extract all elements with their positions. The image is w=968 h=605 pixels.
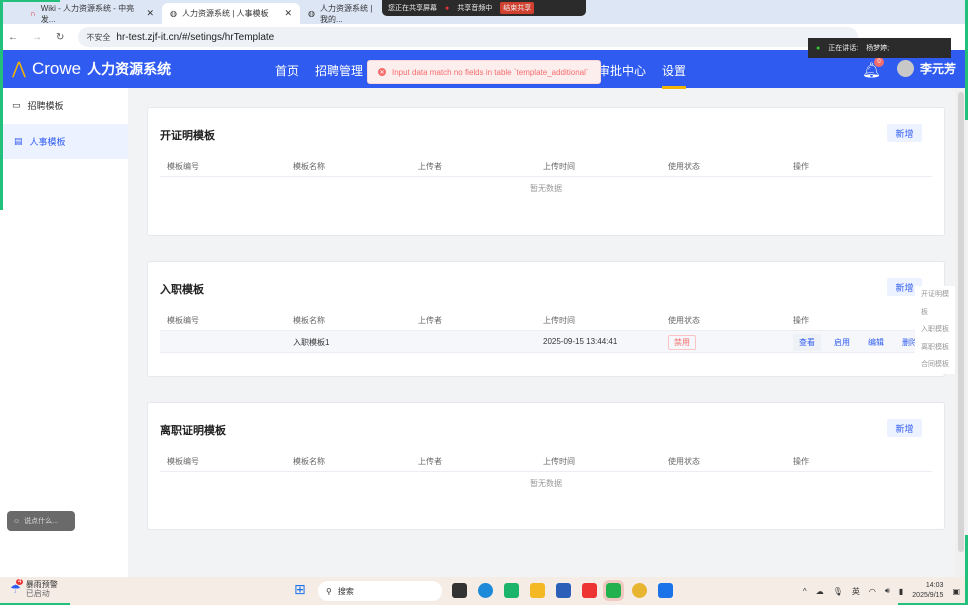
weather-widget[interactable]: ☂ 4 暴雨预警 已启动 xyxy=(10,579,58,598)
error-icon: ✕ xyxy=(378,68,386,76)
chrome-icon[interactable] xyxy=(632,583,647,598)
wifi-icon[interactable]: ◠ xyxy=(869,587,876,596)
scrollbar[interactable] xyxy=(955,88,967,577)
share-frame xyxy=(0,0,60,2)
document-icon: ▤ xyxy=(14,136,23,146)
anchor-onboarding[interactable]: 入职模板 xyxy=(921,321,955,339)
crowe-logo-icon: ⋀ xyxy=(12,59,26,78)
empty-text: 暂无数据 xyxy=(530,479,562,488)
view-button[interactable]: 查看 xyxy=(793,334,821,351)
error-toast: ✕ Input data match no fields in table `te… xyxy=(367,60,601,84)
system-tray: ^ ☁ 🎙︎ 英 ◠ 🔊︎ ▮ 14:03 2025/9/15 ▣ xyxy=(803,581,960,601)
sidebar-item-recruit-template[interactable]: ▭ 招聘模板 xyxy=(0,88,128,123)
clock[interactable]: 14:03 2025/9/15 xyxy=(912,581,943,601)
screen-share-bar: 您正在共享屏幕 ● 共享音频中 结束共享 xyxy=(382,0,586,16)
windows-start-icon[interactable]: ⊞ xyxy=(294,581,309,597)
wps-icon[interactable] xyxy=(582,583,597,598)
anchor-certificate[interactable]: 开证明模板 xyxy=(921,286,955,321)
smile-icon: ☺ xyxy=(13,517,21,525)
table-header: 模板编号 模板名称 上传者 上传时间 使用状态 操作 xyxy=(160,450,932,472)
add-button[interactable]: 新增 xyxy=(887,419,922,437)
card-icon: ▭ xyxy=(12,100,21,110)
tab-wiki[interactable]: ∩ Wiki - 人力资源系统 - 中亮发... ✕ xyxy=(22,3,162,24)
taskview-icon[interactable] xyxy=(452,583,467,598)
taskbar: ☂ 4 暴雨预警 已启动 ⊞ ⚲ 搜索 ^ ☁ 🎙︎ 英 ◠ 🔊︎ ▮ 14:03 2025/9/1… xyxy=(0,577,968,605)
insecure-label: 不安全 xyxy=(86,32,111,42)
globe-icon: ◍ xyxy=(308,9,315,18)
enable-button[interactable]: 启用 xyxy=(834,337,850,348)
avatar xyxy=(897,60,914,77)
back-icon[interactable]: ← xyxy=(8,32,18,43)
add-button[interactable]: 新增 xyxy=(887,124,922,142)
chevron-up-icon[interactable]: ^ xyxy=(803,587,807,596)
forward-icon[interactable]: → xyxy=(32,32,42,43)
notification-icon[interactable]: ▣ xyxy=(952,587,960,596)
card-title: 入职模板 xyxy=(160,284,204,296)
app-icon[interactable] xyxy=(504,583,519,598)
nav-recruitment[interactable]: 招聘管理 xyxy=(315,62,363,79)
close-icon[interactable]: ✕ xyxy=(146,8,154,19)
logo[interactable]: ⋀ Crowe 人力资源系统 xyxy=(12,59,171,79)
template-card-resignation: 离职证明模板 新增 模板编号 模板名称 上传者 上传时间 使用状态 操作 暂无数据 xyxy=(147,402,945,530)
mic-icon: ● xyxy=(816,44,821,52)
notification-badge: 0 xyxy=(874,57,884,67)
template-card-certificate: 开证明模板 新增 模板编号 模板名称 上传者 上传时间 使用状态 操作 暂无数据 xyxy=(147,107,945,236)
anchor-nav: 开证明模板 入职模板 离职模板 合同模板 xyxy=(915,286,955,374)
speaker-indicator: ● 正在讲话: 杨梦婷; xyxy=(808,38,951,58)
tab-hr-other[interactable]: ◍ 人力资源系统 | 我的... xyxy=(300,3,390,24)
edit-button[interactable]: 编辑 xyxy=(868,337,884,348)
end-share-button[interactable]: 结束共享 xyxy=(500,2,535,14)
edge-icon[interactable] xyxy=(478,583,493,598)
url-input[interactable]: 不安全 hr-test.zjf-it.cn/#/setings/hrTemplat… xyxy=(78,27,859,47)
user-menu[interactable]: 李元芳 xyxy=(897,60,956,77)
folder-icon[interactable] xyxy=(530,583,545,598)
sidebar-item-hr-template[interactable]: ▤ 人事模板 xyxy=(0,124,128,159)
taskbar-search[interactable]: ⚲ 搜索 xyxy=(318,581,442,601)
table-header: 模板编号 模板名称 上传者 上传时间 使用状态 操作 xyxy=(160,309,932,331)
table-row: 入职模板1 2025-09-15 13:44:41 禁用 查看 启用 编辑 删除 xyxy=(160,331,932,353)
reload-icon[interactable]: ↻ xyxy=(56,32,64,43)
nav-approval[interactable]: 审批中心 xyxy=(598,62,646,79)
share-frame xyxy=(0,0,3,210)
empty-text: 暂无数据 xyxy=(530,184,562,193)
table-header: 模板编号 模板名称 上传者 上传时间 使用状态 操作 xyxy=(160,155,932,177)
wechat-icon[interactable] xyxy=(603,580,624,601)
cloud-icon[interactable]: ☁ xyxy=(816,587,824,596)
template-card-onboarding: 入职模板 新增 模板编号 模板名称 上传者 上传时间 使用状态 操作 入职模板1 2025… xyxy=(147,261,945,377)
globe-icon: ◍ xyxy=(170,9,177,18)
card-title: 离职证明模板 xyxy=(160,425,226,437)
word-icon[interactable] xyxy=(556,583,571,598)
ime-indicator[interactable]: 英 xyxy=(852,586,860,597)
feishu-icon[interactable] xyxy=(658,583,673,598)
card-title: 开证明模板 xyxy=(160,130,215,142)
anchor-contract[interactable]: 合同模板 xyxy=(921,356,955,374)
status-badge: 禁用 xyxy=(668,335,696,350)
volume-icon[interactable]: 🔊︎ xyxy=(885,586,890,596)
sidebar: ▭ 招聘模板 ▤ 人事模板 xyxy=(0,88,128,577)
search-icon: ⚲ xyxy=(326,586,332,596)
tab-hr-template[interactable]: ◍ 人力资源系统 | 人事模板 ✕ xyxy=(162,3,300,24)
scrollbar-thumb[interactable] xyxy=(958,92,964,552)
mic-icon[interactable]: 🎙︎ xyxy=(833,587,843,596)
rain-icon: ☂ 4 xyxy=(10,579,24,596)
nav-home[interactable]: 首页 xyxy=(275,62,299,79)
wiki-icon: ∩ xyxy=(30,9,36,18)
record-icon[interactable]: ● xyxy=(445,5,449,12)
battery-icon[interactable]: ▮ xyxy=(899,587,903,596)
nav-settings[interactable]: 设置 xyxy=(662,62,687,89)
chat-input[interactable]: ☺ 说点什么... xyxy=(7,511,75,531)
close-icon[interactable]: ✕ xyxy=(284,8,292,19)
anchor-resignation[interactable]: 离职模板 xyxy=(921,339,955,357)
